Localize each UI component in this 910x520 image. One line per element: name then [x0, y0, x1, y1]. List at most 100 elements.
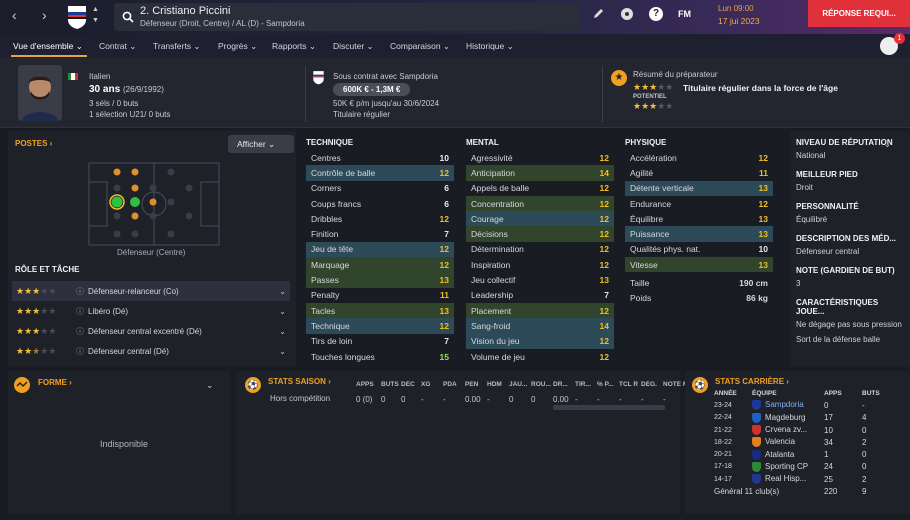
attribute-row[interactable]: Marquage 12 — [306, 257, 454, 273]
career-title[interactable]: STATS CARRIÈRE › — [715, 377, 789, 386]
attribute-row[interactable]: Passes 13 — [306, 272, 454, 288]
career-team-cell[interactable]: Sporting CP — [750, 461, 822, 473]
response-required-button[interactable]: RÉPONSE REQUI... — [808, 0, 910, 27]
role-row[interactable]: ★★★★★ ⓘ Défenseur-relanceur (Co) ⌄ — [12, 281, 290, 301]
season-column-header[interactable]: BUTS — [381, 381, 401, 388]
attribute-row[interactable]: Décisions 12 — [466, 226, 614, 242]
positions-title[interactable]: POSTES › — [15, 139, 52, 148]
role-row[interactable]: ★★★★★ ⓘ Défenseur central (Dé) ⌄ — [12, 341, 290, 361]
attribute-row[interactable]: Vision du jeu 12 — [466, 333, 614, 349]
career-team-cell[interactable]: Valencia — [750, 436, 822, 448]
season-column-header[interactable]: DÉG. — [641, 381, 663, 388]
info-icon[interactable]: ⓘ — [76, 286, 84, 297]
show-button[interactable]: Afficher ⌄ — [228, 135, 294, 153]
career-team-cell[interactable]: Atalanta — [750, 448, 822, 460]
attribute-row[interactable]: Penalty 11 — [306, 288, 454, 303]
info-icon[interactable]: ⓘ — [76, 346, 84, 357]
season-column-header[interactable]: % P... — [597, 381, 619, 388]
season-column-header[interactable]: HDM — [487, 381, 509, 388]
info-icon[interactable]: ⓘ — [76, 326, 84, 337]
chevron-down-icon[interactable]: ⌄ — [279, 327, 286, 336]
tab-comparison[interactable]: Comparaison ⌄ — [390, 41, 450, 52]
attribute-row[interactable]: Leadership 7 — [466, 288, 614, 303]
tab-history[interactable]: Historique ⌄ — [466, 41, 514, 52]
attribute-row[interactable]: Tacles 13 — [306, 302, 454, 319]
attribute-row[interactable]: Anticipation 14 — [466, 165, 614, 181]
horizontal-scrollbar[interactable] — [553, 405, 665, 410]
attribute-row[interactable]: Placement 12 — [466, 302, 614, 319]
chevron-down-icon[interactable]: ⌄ — [884, 140, 891, 149]
ball-icon[interactable] — [620, 7, 634, 21]
season-title[interactable]: STATS SAISON › — [268, 377, 331, 386]
attribute-row[interactable]: Endurance 12 — [625, 196, 773, 211]
attribute-row[interactable]: Agilité 11 — [625, 165, 773, 180]
season-column-header[interactable]: XG — [421, 381, 443, 388]
player-name-box[interactable]: 2. Cristiano Piccini Défenseur (Droit, C… — [114, 3, 580, 31]
info-icon[interactable]: ⓘ — [76, 306, 84, 317]
club-crest-icon[interactable] — [66, 4, 88, 30]
attribute-row[interactable]: Coups francs 6 — [306, 196, 454, 211]
career-row[interactable]: 23-24 Sampdoria 0 - — [712, 399, 890, 411]
help-icon[interactable]: ? — [649, 7, 663, 21]
tab-progress[interactable]: Progrès ⌄ — [218, 41, 257, 52]
season-column-header[interactable]: APPS — [356, 381, 381, 388]
tab-contract[interactable]: Contrat ⌄ — [99, 41, 136, 52]
season-column-header[interactable]: PDA — [443, 381, 465, 388]
chevron-down-icon[interactable]: ⌄ — [206, 380, 214, 391]
attribute-row[interactable]: Qualités phys. nat. 10 — [625, 242, 773, 257]
tab-transfers[interactable]: Transferts ⌄ — [153, 41, 200, 52]
attribute-row[interactable]: Détermination 12 — [466, 242, 614, 257]
chevron-down-icon[interactable]: ▼ — [92, 17, 99, 24]
attribute-row[interactable]: Jeu collectif 13 — [466, 272, 614, 287]
form-title[interactable]: FORME › — [38, 378, 72, 387]
career-team-cell[interactable]: Sampdoria — [750, 399, 822, 411]
attribute-row[interactable]: Corners 6 — [306, 181, 454, 196]
attribute-row[interactable]: Détente verticale 13 — [625, 180, 773, 196]
season-column-header[interactable]: JAU... — [509, 381, 531, 388]
chevron-down-icon[interactable]: ⌄ — [279, 347, 286, 356]
attribute-row[interactable]: Technique 12 — [306, 318, 454, 334]
season-column-header[interactable]: ROU... — [531, 381, 553, 388]
role-row[interactable]: ★★★★★ ⓘ Libéro (Dé) ⌄ — [12, 301, 290, 321]
fm-logo[interactable]: FM — [678, 9, 691, 19]
career-team-cell[interactable]: Real Hisp... — [750, 473, 822, 485]
attribute-row[interactable]: Courage 12 — [466, 211, 614, 227]
attribute-row[interactable]: Équilibre 13 — [625, 211, 773, 226]
search-icon[interactable] — [122, 11, 134, 23]
attribute-row[interactable]: Tirs de loin 7 — [306, 334, 454, 349]
value-range[interactable]: 600K € - 1,3M € — [333, 83, 411, 96]
season-column-header[interactable]: PEN — [465, 381, 487, 388]
tab-discuss[interactable]: Discuter ⌄ — [333, 41, 374, 52]
attribute-row[interactable]: Inspiration 12 — [466, 257, 614, 272]
attribute-row[interactable]: Concentration 12 — [466, 195, 614, 212]
attribute-row[interactable]: Volume de jeu 12 — [466, 349, 614, 364]
career-row[interactable]: 20-21 Atalanta 1 0 — [712, 448, 890, 460]
role-row[interactable]: ★★★★★ ⓘ Défenseur central excentré (Dé) ⌄ — [12, 321, 290, 341]
attribute-row[interactable]: Finition 7 — [306, 226, 454, 241]
chevron-down-icon[interactable]: ⌄ — [279, 287, 286, 296]
attribute-row[interactable]: Puissance 13 — [625, 226, 773, 242]
forward-arrow-icon[interactable]: › — [42, 7, 47, 23]
back-arrow-icon[interactable]: ‹ — [12, 7, 17, 23]
attribute-row[interactable]: Jeu de tête 12 — [306, 241, 454, 258]
season-column-header[interactable]: TIR... — [575, 381, 597, 388]
tab-overview[interactable]: Vue d'ensemble ⌄ — [13, 41, 83, 52]
attribute-row[interactable]: Accélération 12 — [625, 150, 773, 165]
attribute-row[interactable]: Touches longues 15 — [306, 349, 454, 364]
season-column-header[interactable]: TCL R — [619, 381, 641, 388]
attribute-row[interactable]: Sang-froid 14 — [466, 318, 614, 334]
chevron-down-icon[interactable]: ⌄ — [279, 307, 286, 316]
career-team-cell[interactable]: Magdeburg — [750, 412, 822, 424]
edit-pencil-icon[interactable] — [592, 8, 604, 20]
career-row[interactable]: 17-18 Sporting CP 24 0 — [712, 461, 890, 473]
season-column-header[interactable]: DR... — [553, 381, 575, 388]
tab-reports[interactable]: Rapports ⌄ — [272, 41, 316, 52]
career-row[interactable]: 21-22 Crvena zv... 10 0 — [712, 424, 890, 436]
attribute-row[interactable]: Vitesse 13 — [625, 257, 773, 273]
career-row[interactable]: 22-24 Magdeburg 17 4 — [712, 412, 890, 424]
career-row[interactable]: 18-22 Valencia 34 2 — [712, 436, 890, 448]
attribute-row[interactable]: Contrôle de balle 12 — [306, 165, 454, 181]
season-column-header[interactable]: DÉC — [401, 381, 421, 388]
attribute-row[interactable]: Centres 10 — [306, 150, 454, 165]
attribute-row[interactable]: Dribbles 12 — [306, 211, 454, 226]
